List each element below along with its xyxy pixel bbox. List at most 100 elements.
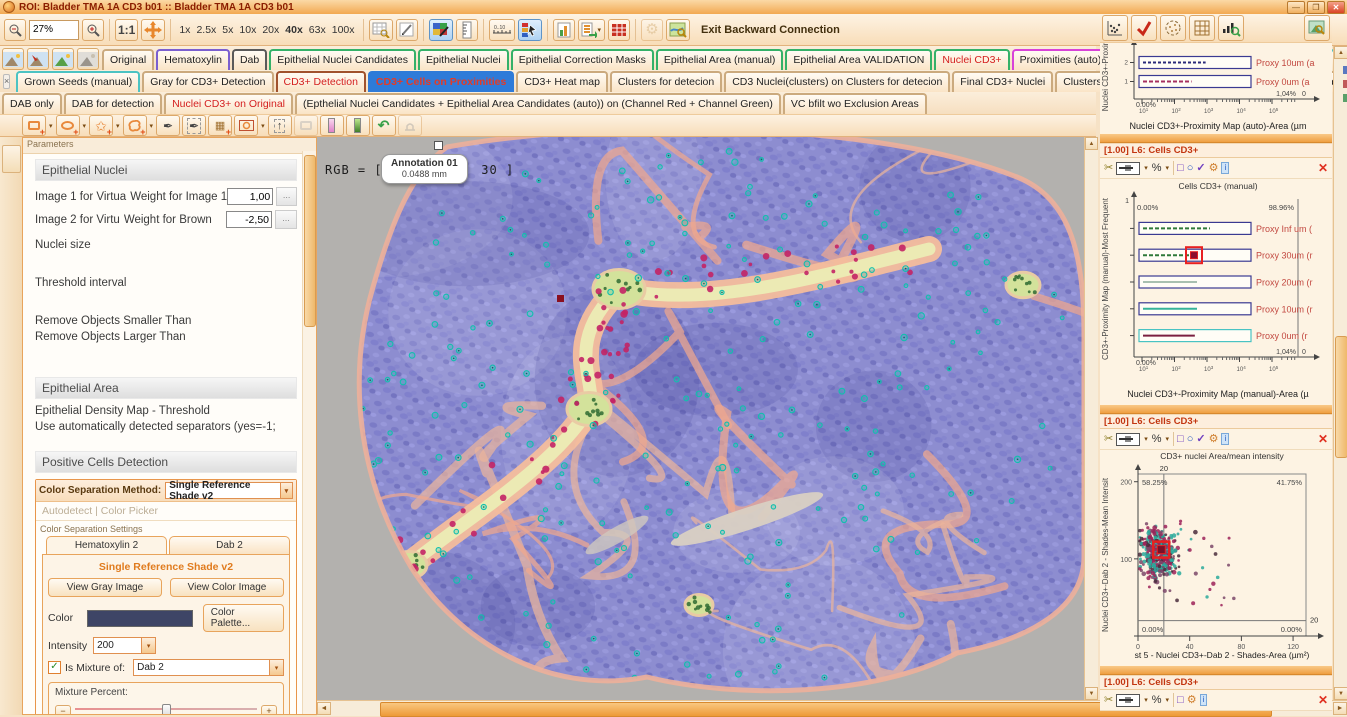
slider-decrement-button[interactable]: − [55, 705, 71, 715]
info-icon[interactable]: i [1221, 433, 1229, 445]
tab-clusters-for-detecion[interactable]: Clusters for detecion [610, 71, 722, 92]
chevron-down-icon[interactable]: ▾ [1144, 164, 1148, 172]
magnification-5x[interactable]: 5x [219, 24, 236, 36]
zoom-level-input[interactable] [29, 20, 79, 40]
histogram-button[interactable] [553, 19, 575, 41]
boxplot-type-select[interactable] [1116, 433, 1140, 446]
tab-hematoxylin-2[interactable]: Hematoxylin 2 [46, 536, 167, 554]
chevron-down-icon[interactable]: ▾ [49, 122, 53, 130]
viewer-vertical-scrollbar[interactable]: ▲ ▼ [1084, 137, 1098, 700]
close-tab-group-button[interactable]: × [3, 74, 10, 89]
exit-backward-connection-label[interactable]: Exit Backward Connection [701, 24, 840, 36]
magnification-2-5x[interactable]: 2.5x [193, 24, 219, 36]
zoom-in-button[interactable] [82, 19, 104, 41]
more-button[interactable]: ... [275, 210, 297, 229]
tab-cd3-cells-on-proximities[interactable]: CD3+ Cells on Proximities [368, 71, 514, 92]
close-chart-button[interactable]: ✕ [1318, 433, 1328, 445]
more-button[interactable]: ... [276, 187, 297, 206]
magnification-100x[interactable]: 100x [329, 24, 358, 36]
zoom-1to1-button[interactable]: 1:1 [115, 19, 138, 41]
tab-epithelial-correction-masks[interactable]: Epithelial Correction Masks [511, 49, 654, 70]
restore-button[interactable]: ❐ [1307, 1, 1325, 14]
slider-thumb[interactable] [162, 704, 171, 714]
quadrant-check-icon[interactable]: ✓ [1196, 163, 1205, 174]
thumbnail-gray-button[interactable] [77, 48, 99, 70]
scroll-up-button[interactable]: ▲ [1085, 137, 1098, 150]
percent-select[interactable]: % [1152, 434, 1162, 445]
is-mixture-checkbox[interactable]: ✓ [48, 661, 61, 674]
scissors-icon[interactable]: ✂ [1104, 434, 1113, 445]
quadrant-circle-icon[interactable]: ○ [1187, 163, 1194, 174]
dock-vertical-scrollbar[interactable]: ▲ ▼ [1333, 46, 1347, 700]
close-button[interactable]: ✕ [1327, 1, 1345, 14]
magnification-63x[interactable]: 63x [306, 24, 329, 36]
close-chart-button[interactable]: ✕ [1318, 694, 1328, 706]
pen-icon[interactable]: ✒ [156, 115, 180, 136]
pen-snap-icon[interactable]: ✒ [182, 115, 206, 136]
grid-search-button[interactable] [369, 19, 393, 41]
tab-hematoxylin[interactable]: Hematoxylin [156, 49, 230, 70]
tab-cd3-heat-map[interactable]: CD3+ Heat map [516, 71, 608, 92]
color-picker-link[interactable]: Color Picker [101, 505, 158, 517]
scissors-icon[interactable]: ✂ [1104, 695, 1113, 706]
dock-scroll-thumb[interactable] [1335, 336, 1347, 458]
draw-star-icon[interactable]: ✩+ [89, 115, 113, 136]
info-icon[interactable]: i [1221, 162, 1229, 174]
magnification-20x[interactable]: 20x [259, 24, 282, 36]
annotation-handle[interactable] [434, 141, 443, 150]
tab-epithelial-area-manual[interactable]: Epithelial Area (manual) [656, 49, 783, 70]
quadrant-square-icon[interactable]: □ [1177, 434, 1184, 445]
tab-cd3-nuclei-clusters-on-clusters-for-detecion[interactable]: CD3 Nuclei(clusters) on Clusters for det… [724, 71, 950, 92]
tab-gray-for-cd3-detection[interactable]: Gray for CD3+ Detection [142, 71, 273, 92]
chevron-down-icon[interactable]: ▾ [1166, 164, 1170, 172]
panel-header-cells-cd3-3[interactable]: [1.00] L6: Cells CD3+ [1100, 675, 1332, 690]
weight-brown-input[interactable] [226, 211, 272, 228]
pan-button[interactable] [141, 19, 165, 41]
export-button[interactable]: ▾ [578, 19, 606, 41]
minimize-button[interactable]: — [1287, 1, 1305, 14]
tab-grown-seeds-manual[interactable]: Grown Seeds (manual) [16, 71, 140, 92]
tab-dab-only[interactable]: DAB only [2, 93, 62, 114]
zoom-out-button[interactable] [4, 19, 26, 41]
tab-dab[interactable]: Dab [232, 49, 267, 70]
chevron-down-icon[interactable]: ▾ [83, 122, 87, 130]
draw-rectangle-icon[interactable]: + [22, 115, 46, 136]
panel-splitter[interactable] [1100, 404, 1332, 414]
visibility-region-icon[interactable] [234, 115, 258, 136]
green-channel-icon[interactable] [346, 115, 370, 136]
quadrant-circle-icon[interactable]: ○ [1187, 434, 1194, 445]
dock-collapse-button[interactable] [2, 145, 21, 173]
panel-splitter[interactable] [1100, 665, 1332, 675]
mixture-percent-slider[interactable] [75, 704, 257, 714]
boxplot-type-select[interactable] [1116, 694, 1140, 707]
map-export-button[interactable] [666, 19, 690, 41]
snapshot-button[interactable] [1304, 15, 1330, 41]
tab-epithelial-area-validation[interactable]: Epithelial Area VALIDATION [785, 49, 932, 70]
dock-scroll-down-button[interactable]: ▼ [1334, 687, 1347, 700]
chevron-down-icon[interactable]: ▾ [1166, 696, 1170, 704]
slider-increment-button[interactable]: + [261, 705, 277, 715]
tab-dab-2[interactable]: Dab 2 [169, 536, 290, 554]
close-chart-button[interactable]: ✕ [1318, 162, 1328, 174]
info-icon[interactable]: i [1200, 694, 1208, 706]
tab-proximities-auto[interactable]: Proximities (auto) [1012, 49, 1110, 70]
tab-dab-for-detection[interactable]: DAB for detection [64, 93, 162, 114]
parameters-scrollbar[interactable] [302, 151, 316, 714]
magnification-1x[interactable]: 1x [176, 24, 193, 36]
tab-cd3-detection[interactable]: CD3+ Detection [276, 71, 366, 92]
pink-channel-icon[interactable] [320, 115, 344, 136]
intensity-select[interactable]: 200 ▾ [93, 637, 156, 654]
tab-nuclei-cd3[interactable]: Nuclei CD3+ [934, 49, 1009, 70]
percent-select[interactable]: % [1152, 163, 1162, 174]
scissors-icon[interactable]: ✂ [1104, 163, 1113, 174]
scroll-right-button[interactable]: ► [1333, 702, 1347, 715]
mixture-of-select[interactable]: Dab 2 ▾ [133, 659, 284, 676]
red-table-button[interactable] [608, 19, 630, 41]
thumbnail-original-button[interactable] [2, 48, 24, 70]
magnification-10x[interactable]: 10x [236, 24, 259, 36]
panel-header-cells-cd3-1[interactable]: [1.00] L6: Cells CD3+ [1100, 143, 1332, 158]
scalebar-button[interactable]: 0..10 [489, 19, 515, 41]
classify-cursor-button[interactable] [518, 19, 542, 41]
scroll-left-button[interactable]: ◄ [317, 702, 331, 715]
tab-epithelial-nuclei-candidates[interactable]: Epithelial Nuclei Candidates [269, 49, 416, 70]
